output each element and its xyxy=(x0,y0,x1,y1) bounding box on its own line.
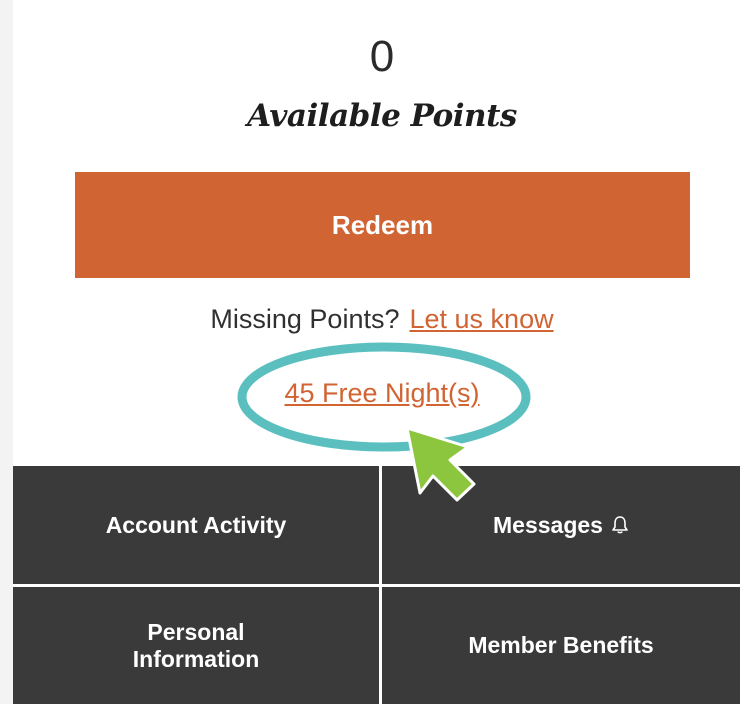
member-benefits-button[interactable]: Member Benefits xyxy=(382,587,740,704)
personal-information-button[interactable]: Personal Information xyxy=(13,587,379,704)
bell-icon xyxy=(612,516,628,534)
member-benefits-label: Member Benefits xyxy=(468,632,654,658)
messages-label: Messages xyxy=(493,511,603,538)
messages-button[interactable]: Messages xyxy=(382,466,740,584)
redeem-button[interactable]: Redeem xyxy=(75,172,690,278)
rewards-panel: 0 Available Points Redeem Missing Points… xyxy=(0,0,740,704)
free-nights-row: 45 Free Night(s) xyxy=(0,378,740,409)
points-label: Available Points xyxy=(247,98,517,134)
personal-information-label: Personal Information xyxy=(132,618,260,672)
let-us-know-link[interactable]: Let us know xyxy=(410,304,554,334)
points-value: 0 xyxy=(369,32,395,81)
account-nav-grid: Account Activity Messages Personal Infor… xyxy=(13,466,740,704)
free-nights-link[interactable]: 45 Free Night(s) xyxy=(284,378,479,408)
missing-points-row: Missing Points? Let us know xyxy=(0,304,740,335)
account-activity-label: Account Activity xyxy=(105,511,287,538)
missing-points-prompt: Missing Points? xyxy=(210,304,400,334)
account-activity-button[interactable]: Account Activity xyxy=(13,466,379,584)
